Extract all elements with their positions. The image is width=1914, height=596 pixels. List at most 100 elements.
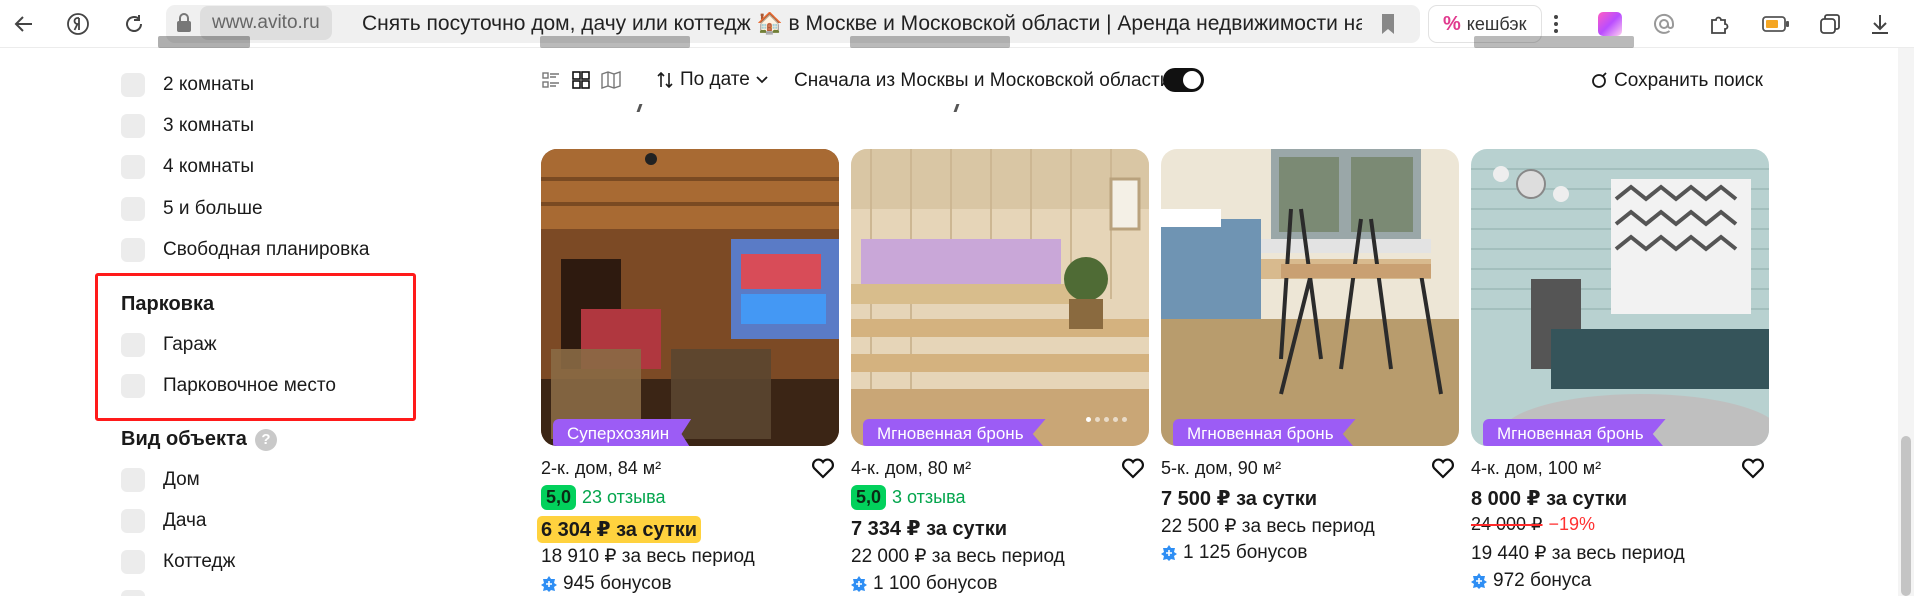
price-row: 8 000 ₽ за сутки — [1471, 486, 1627, 511]
listing-card[interactable]: Мгновенная бронь 5-к. дом, 90 м² 7 500 ₽… — [1161, 149, 1459, 563]
listing-photo[interactable]: Мгновенная бронь — [1471, 149, 1769, 446]
grid-view-icon[interactable] — [570, 69, 592, 91]
favorite-heart-icon[interactable] — [1431, 457, 1455, 484]
listing-title[interactable]: 4-к. дом, 100 м² — [1471, 458, 1601, 479]
period-total: 19 440 ₽ за весь период — [1471, 543, 1685, 564]
listing-card[interactable]: Мгновенная бронь 4-к. дом, 100 м² 8 000 … — [1471, 149, 1769, 591]
checkbox[interactable] — [121, 155, 145, 179]
download-icon[interactable] — [1864, 8, 1896, 40]
listing-photo[interactable]: Мгновенная бронь — [851, 149, 1149, 446]
filter-label: Дом — [163, 469, 200, 490]
sort-arrows-icon — [657, 71, 673, 89]
filter-rooms-4[interactable]: 4 комнаты — [121, 154, 254, 180]
bonus-icon — [1161, 545, 1177, 561]
filter-type-house[interactable]: Дом — [121, 467, 200, 493]
listing-title[interactable]: 4-к. дом, 80 м² — [851, 458, 971, 479]
filter-rooms-5-plus[interactable]: 5 и больше — [121, 196, 263, 222]
scrolled-off-comma — [636, 104, 643, 112]
yandex-icon[interactable] — [62, 8, 94, 40]
bookmark-icon[interactable] — [1380, 13, 1396, 40]
filter-rooms-2[interactable]: 2 комнаты — [121, 72, 254, 98]
back-arrow-icon[interactable] — [8, 8, 40, 40]
checkbox[interactable] — [121, 238, 145, 262]
collections-icon[interactable] — [1814, 8, 1846, 40]
scrolled-off-text — [1474, 36, 1634, 48]
bonus-icon — [851, 576, 867, 592]
bonus-icon — [541, 576, 557, 592]
bonus-row: 945 бонусов — [541, 573, 672, 595]
filter-label: 5 и больше — [163, 198, 263, 219]
reviews-link[interactable]: 3 отзыва — [892, 487, 965, 508]
filter-label: Коттедж — [163, 551, 236, 572]
bonus-row: 1 100 бонусов — [851, 573, 997, 595]
favorite-heart-icon[interactable] — [1121, 457, 1145, 484]
sort-dropdown[interactable]: По дате — [656, 69, 768, 91]
bonus-icon — [1471, 573, 1487, 589]
filter-label: Свободная планировка — [163, 239, 370, 260]
rating-row: 5,0 23 отзыва — [541, 485, 665, 510]
discount-percent: −19% — [1548, 514, 1596, 534]
price-per-day: 6 304 ₽ за сутки — [537, 516, 702, 543]
cashback-label: кешбэк — [1466, 13, 1527, 34]
chevron-down-icon — [756, 76, 768, 84]
listing-badge: Мгновенная бронь — [863, 419, 1046, 446]
listing-card[interactable]: Мгновенная бронь 4-к. дом, 80 м² 5,0 3 о… — [851, 149, 1149, 594]
old-price: 24 000 ₽ — [1471, 514, 1543, 534]
map-view-icon[interactable] — [600, 69, 622, 91]
url-domain[interactable]: www.avito.ru — [200, 6, 332, 40]
checkbox[interactable] — [121, 550, 145, 574]
filter-label: 2 комнаты — [163, 74, 255, 95]
photo-pager-dots — [1086, 417, 1127, 422]
section-title-text: Вид объекта — [121, 428, 247, 450]
favorite-heart-icon[interactable] — [811, 457, 835, 484]
listing-title[interactable]: 5-к. дом, 90 м² — [1161, 458, 1281, 479]
filter-type-cottage[interactable]: Коттедж — [121, 549, 235, 575]
checkbox[interactable] — [121, 197, 145, 221]
bonus-label: 945 бонусов — [563, 573, 672, 594]
save-search-button[interactable]: Сохранить поиск — [1590, 70, 1763, 92]
sort-label: По дате — [680, 69, 750, 90]
listing-badge: Суперхозяин — [553, 419, 692, 446]
price-per-day: 8 000 ₽ за сутки — [1471, 488, 1628, 510]
lock-icon[interactable] — [176, 13, 192, 38]
checkbox[interactable] — [121, 114, 145, 138]
bell-search-icon — [1592, 72, 1607, 88]
listing-photo[interactable]: Мгновенная бронь — [1161, 149, 1459, 446]
listing-card[interactable]: Суперхозяин 2-к. дом, 84 м² 5,0 23 отзыв… — [537, 149, 839, 594]
filter-type-more[interactable] — [121, 589, 163, 596]
scrollbar-thumb[interactable] — [1901, 436, 1911, 596]
puzzle-icon[interactable] — [1704, 8, 1736, 40]
filter-rooms-3[interactable]: 3 комнаты — [121, 113, 254, 139]
listing-photo[interactable]: Суперхозяин — [541, 149, 839, 446]
price-row: 6 304 ₽ за сутки — [537, 516, 702, 543]
filter-rooms-free-layout[interactable]: Свободная планировка — [121, 237, 370, 263]
period-total: 18 910 ₽ за весь период — [541, 546, 755, 567]
reviews-link[interactable]: 23 отзыва — [582, 487, 665, 508]
filter-label: 4 комнаты — [163, 156, 255, 177]
checkbox[interactable] — [121, 509, 145, 533]
at-sign-icon[interactable] — [1648, 8, 1680, 40]
reload-icon[interactable] — [118, 8, 150, 40]
favorite-heart-icon[interactable] — [1741, 457, 1765, 484]
help-icon[interactable]: ? — [254, 428, 277, 451]
checkbox[interactable] — [121, 590, 145, 596]
checkbox[interactable] — [121, 73, 145, 97]
object-type-section-title: Вид объекта ? — [121, 428, 277, 451]
battery-icon[interactable] — [1760, 8, 1792, 40]
price-per-day: 7 500 ₽ за сутки — [1161, 488, 1318, 510]
percent-icon: % — [1443, 12, 1461, 35]
moscow-first-toggle[interactable] — [1163, 68, 1204, 92]
rating-badge: 5,0 — [851, 485, 887, 510]
bonus-row: 972 бонуса — [1471, 570, 1591, 592]
filter-label: 3 комнаты — [163, 115, 255, 136]
rating-badge: 5,0 — [541, 485, 577, 510]
listing-badge: Мгновенная бронь — [1483, 419, 1666, 446]
list-view-icon[interactable] — [540, 69, 562, 91]
scrolled-off-text — [540, 36, 690, 48]
bonus-label: 1 125 бонусов — [1183, 542, 1308, 563]
filter-type-dacha[interactable]: Дача — [121, 508, 206, 534]
rating-row: 5,0 3 отзыва — [851, 485, 965, 510]
listing-badge: Мгновенная бронь — [1173, 419, 1356, 446]
listing-title[interactable]: 2-к. дом, 84 м² — [541, 458, 661, 479]
checkbox[interactable] — [121, 468, 145, 492]
